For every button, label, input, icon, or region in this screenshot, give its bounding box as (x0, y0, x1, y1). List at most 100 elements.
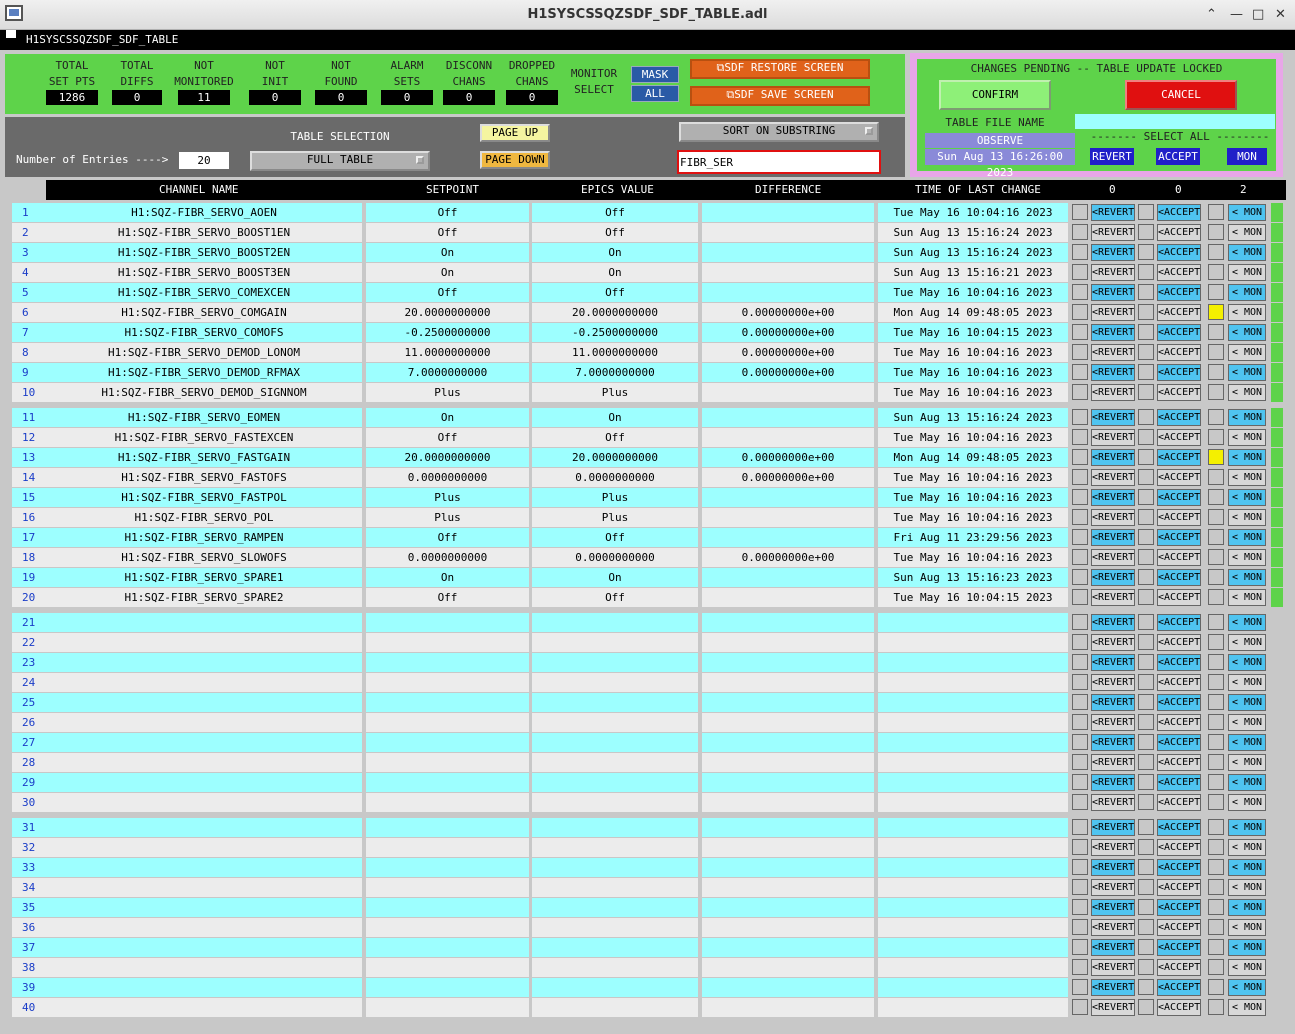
monitor-checkbox[interactable] (1208, 959, 1224, 975)
revert-button[interactable]: <REVERT (1091, 304, 1135, 321)
mon-button[interactable]: < MON (1228, 714, 1266, 731)
revert-button[interactable]: <REVERT (1091, 224, 1135, 241)
accept-checkbox[interactable] (1138, 919, 1154, 935)
accept-button[interactable]: <ACCEPT (1157, 344, 1201, 361)
revert-button[interactable]: <REVERT (1091, 489, 1135, 506)
revert-checkbox[interactable] (1072, 384, 1088, 400)
accept-button[interactable]: <ACCEPT (1157, 324, 1201, 341)
accept-button[interactable]: <ACCEPT (1157, 939, 1201, 956)
accept-button[interactable]: <ACCEPT (1157, 714, 1201, 731)
accept-button[interactable]: <ACCEPT (1157, 754, 1201, 771)
accept-checkbox[interactable] (1138, 549, 1154, 565)
mon-button[interactable]: < MON (1228, 224, 1266, 241)
table-file-input[interactable] (1075, 114, 1275, 129)
revert-checkbox[interactable] (1072, 429, 1088, 445)
all-button[interactable]: ALL (631, 85, 679, 102)
accept-button[interactable]: <ACCEPT (1157, 449, 1201, 466)
monitor-checkbox[interactable] (1208, 489, 1224, 505)
revert-button[interactable]: <REVERT (1091, 794, 1135, 811)
monitor-checkbox[interactable] (1208, 939, 1224, 955)
minimize-icon[interactable]: — (1230, 7, 1243, 22)
mon-button[interactable]: < MON (1228, 859, 1266, 876)
accept-button[interactable]: <ACCEPT (1157, 839, 1201, 856)
full-table-select[interactable]: FULL TABLE (250, 151, 430, 171)
revert-checkbox[interactable] (1072, 204, 1088, 220)
revert-button[interactable]: <REVERT (1091, 469, 1135, 486)
revert-checkbox[interactable] (1072, 794, 1088, 810)
mon-button[interactable]: < MON (1228, 324, 1266, 341)
mon-button[interactable]: < MON (1228, 529, 1266, 546)
accept-button[interactable]: <ACCEPT (1157, 634, 1201, 651)
monitor-checkbox[interactable] (1208, 694, 1224, 710)
accept-button[interactable]: <ACCEPT (1157, 589, 1201, 606)
revert-button[interactable]: <REVERT (1091, 244, 1135, 261)
revert-button[interactable]: <REVERT (1091, 979, 1135, 996)
mon-button[interactable]: < MON (1228, 284, 1266, 301)
accept-button[interactable]: <ACCEPT (1157, 694, 1201, 711)
mon-button[interactable]: < MON (1228, 694, 1266, 711)
mon-button[interactable]: < MON (1228, 429, 1266, 446)
accept-checkbox[interactable] (1138, 469, 1154, 485)
accept-button[interactable]: <ACCEPT (1157, 859, 1201, 876)
accept-button[interactable]: <ACCEPT (1157, 489, 1201, 506)
mon-button[interactable]: < MON (1228, 364, 1266, 381)
accept-checkbox[interactable] (1138, 324, 1154, 340)
accept-checkbox[interactable] (1138, 819, 1154, 835)
accept-checkbox[interactable] (1138, 344, 1154, 360)
revert-checkbox[interactable] (1072, 714, 1088, 730)
mon-button[interactable]: < MON (1228, 654, 1266, 671)
revert-checkbox[interactable] (1072, 959, 1088, 975)
revert-button[interactable]: <REVERT (1091, 429, 1135, 446)
accept-checkbox[interactable] (1138, 529, 1154, 545)
accept-checkbox[interactable] (1138, 859, 1154, 875)
mon-button[interactable]: < MON (1228, 244, 1266, 261)
monitor-checkbox[interactable] (1208, 774, 1224, 790)
monitor-checkbox[interactable] (1208, 614, 1224, 630)
revert-checkbox[interactable] (1072, 224, 1088, 240)
monitor-checkbox[interactable] (1208, 674, 1224, 690)
mon-button[interactable]: < MON (1228, 754, 1266, 771)
accept-button[interactable]: <ACCEPT (1157, 674, 1201, 691)
accept-button[interactable]: <ACCEPT (1157, 999, 1201, 1016)
revert-checkbox[interactable] (1072, 549, 1088, 565)
accept-button[interactable]: <ACCEPT (1157, 794, 1201, 811)
mon-button[interactable]: < MON (1228, 959, 1266, 976)
page-up-button[interactable]: PAGE UP (480, 124, 550, 142)
maximize-icon[interactable]: □ (1252, 7, 1264, 22)
accept-button[interactable]: <ACCEPT (1157, 919, 1201, 936)
mon-button[interactable]: < MON (1228, 634, 1266, 651)
revert-button[interactable]: <REVERT (1091, 634, 1135, 651)
revert-button[interactable]: <REVERT (1091, 859, 1135, 876)
accept-button[interactable]: <ACCEPT (1157, 529, 1201, 546)
revert-button[interactable]: <REVERT (1091, 999, 1135, 1016)
mon-button[interactable]: < MON (1228, 734, 1266, 751)
revert-checkbox[interactable] (1072, 654, 1088, 670)
accept-button[interactable]: <ACCEPT (1157, 264, 1201, 281)
revert-checkbox[interactable] (1072, 509, 1088, 525)
revert-checkbox[interactable] (1072, 244, 1088, 260)
accept-checkbox[interactable] (1138, 284, 1154, 300)
revert-checkbox[interactable] (1072, 614, 1088, 630)
mon-button[interactable]: < MON (1228, 674, 1266, 691)
revert-checkbox[interactable] (1072, 939, 1088, 955)
accept-button[interactable]: <ACCEPT (1157, 899, 1201, 916)
monitor-checkbox[interactable] (1208, 429, 1224, 445)
revert-button[interactable]: <REVERT (1091, 754, 1135, 771)
revert-checkbox[interactable] (1072, 304, 1088, 320)
shade-icon[interactable]: ⌃ (1206, 7, 1217, 22)
mon-button[interactable]: < MON (1228, 204, 1266, 221)
mon-button[interactable]: < MON (1228, 794, 1266, 811)
accept-checkbox[interactable] (1138, 714, 1154, 730)
accept-button[interactable]: <ACCEPT (1157, 879, 1201, 896)
mon-button[interactable]: < MON (1228, 469, 1266, 486)
mon-button[interactable]: < MON (1228, 264, 1266, 281)
accept-button[interactable]: <ACCEPT (1157, 409, 1201, 426)
revert-checkbox[interactable] (1072, 589, 1088, 605)
revert-button[interactable]: <REVERT (1091, 654, 1135, 671)
mon-button[interactable]: < MON (1228, 549, 1266, 566)
monitor-checkbox[interactable] (1208, 654, 1224, 670)
accept-checkbox[interactable] (1138, 899, 1154, 915)
filter-input[interactable] (680, 154, 876, 170)
monitor-checkbox[interactable] (1208, 569, 1224, 585)
revert-checkbox[interactable] (1072, 919, 1088, 935)
